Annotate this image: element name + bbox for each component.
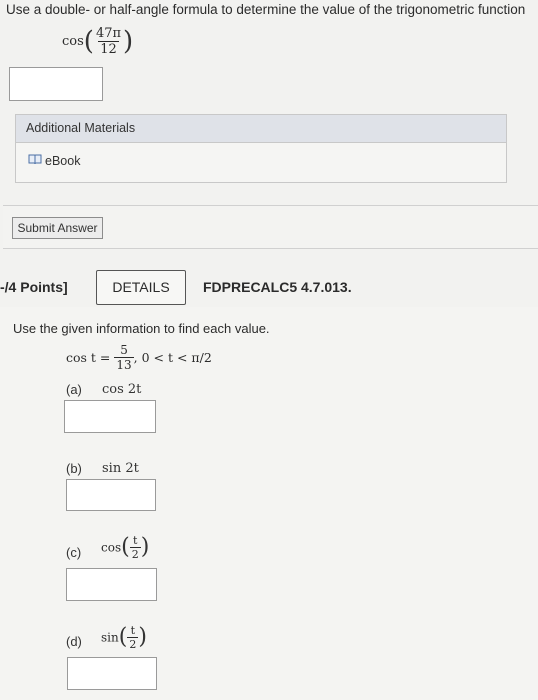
- question-expression: cos(47π 12): [62, 26, 134, 57]
- additional-materials-title: Additional Materials: [26, 121, 136, 135]
- ebook-label: eBook: [45, 153, 81, 168]
- function-name: cos: [62, 34, 84, 49]
- ebook-link[interactable]: eBook: [28, 153, 80, 168]
- part-a-label: (a): [66, 382, 82, 397]
- given-fraction: 5 13: [114, 343, 134, 372]
- answer-input[interactable]: [9, 67, 103, 101]
- part-d-answer-input[interactable]: [67, 657, 157, 690]
- part-c-function: cos: [101, 540, 122, 555]
- part-a-answer-input[interactable]: [64, 400, 156, 433]
- part-d-function: sin: [101, 630, 119, 645]
- part-b-answer-input[interactable]: [66, 479, 156, 511]
- question-prompt-2: Use the given information to find each v…: [13, 321, 270, 336]
- part-a-expression: cos 2t: [102, 382, 142, 397]
- part-c-expression: cos(t 2): [101, 534, 150, 561]
- additional-materials-header: Additional Materials: [16, 115, 506, 143]
- given-lhs: cos t =: [66, 350, 111, 365]
- part-d-label: (d): [66, 634, 82, 649]
- given-condition: , 0 < t < π/2: [133, 350, 212, 365]
- given-info: cos t = 5 13, 0 < t < π/2: [66, 344, 212, 371]
- given-numerator: 5: [120, 343, 128, 357]
- fraction: 47π 12: [94, 27, 123, 56]
- part-c-fraction: t2: [129, 534, 141, 561]
- question-prompt: Use a double- or half-angle formula to d…: [6, 2, 526, 17]
- additional-materials-panel: Additional Materials eBook: [15, 114, 507, 183]
- part-c-answer-input[interactable]: [66, 568, 157, 601]
- part-b-expression: sin 2t: [102, 461, 139, 476]
- part-d-expression: sin(t 2): [101, 624, 147, 651]
- part-d-numerator: t: [130, 624, 136, 637]
- given-denominator: 13: [114, 357, 134, 372]
- fraction-numerator: 47π: [95, 26, 122, 41]
- part-c-denominator: 2: [129, 547, 141, 561]
- part-c-label: (c): [66, 545, 82, 560]
- part-c-numerator: t: [132, 534, 138, 547]
- question-code: FDPRECALC5 4.7.013.: [203, 279, 352, 295]
- points-label: -/4 Points]: [0, 279, 68, 295]
- fraction-denominator: 12: [98, 41, 119, 57]
- part-b-label: (b): [66, 461, 82, 476]
- book-icon: [28, 153, 42, 168]
- details-button[interactable]: DETAILS: [96, 270, 186, 305]
- part-d-denominator: 2: [127, 637, 139, 651]
- submit-answer-button[interactable]: Submit Answer: [12, 217, 103, 239]
- part-d-fraction: t2: [127, 624, 139, 651]
